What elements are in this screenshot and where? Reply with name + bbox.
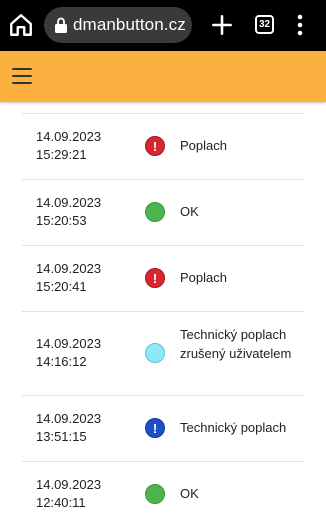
event-label: Technický poplach (180, 420, 287, 435)
event-time: 15:29:21 (36, 147, 87, 162)
more-menu-icon[interactable] (292, 12, 308, 38)
event-time: 12:40:11 (36, 495, 86, 510)
url-text: dmanbutton.cz (73, 15, 186, 34)
list-item[interactable]: 14.09.2023 15:29:21 ! Poplach (22, 113, 304, 179)
home-icon[interactable] (8, 12, 34, 38)
new-tab-icon[interactable] (209, 12, 235, 38)
ok-icon (145, 202, 165, 222)
list-item[interactable]: 14.09.2023 15:20:41 ! Poplach (22, 245, 304, 311)
event-label: OK (180, 204, 199, 219)
event-date: 14.09.2023 (36, 411, 102, 426)
event-timestamp: 14.09.2023 15:29:21 (36, 128, 101, 164)
event-date: 14.09.2023 (36, 129, 102, 144)
event-timestamp: 14.09.2023 15:20:53 (36, 194, 101, 230)
event-label: Technický poplach zrušený uživatelem (180, 327, 292, 361)
address-bar[interactable]: dmanbutton.cz (44, 7, 192, 43)
list-item[interactable]: 14.09.2023 14:16:12 Technický poplach zr… (22, 311, 304, 395)
event-date: 14.09.2023 (36, 195, 102, 210)
ok-icon (145, 484, 165, 504)
alarm-icon: ! (145, 136, 165, 156)
event-date: 14.09.2023 (36, 336, 102, 351)
event-timestamp: 14.09.2023 12:40:11 (36, 476, 101, 512)
technical-alarm-icon: ! (145, 418, 165, 438)
event-date: 14.09.2023 (36, 261, 102, 276)
event-date: 14.09.2023 (36, 477, 102, 492)
event-label: Poplach (180, 270, 227, 285)
lock-icon (55, 17, 67, 33)
event-list: 14.09.2023 15:29:21 ! Poplach 14.09.2023… (22, 113, 304, 520)
event-timestamp: 14.09.2023 15:20:41 (36, 260, 101, 296)
browser-toolbar: dmanbutton.cz 32 (0, 0, 326, 51)
list-item[interactable]: 14.09.2023 13:51:15 ! Technický poplach (22, 395, 304, 461)
alarm-icon: ! (145, 268, 165, 288)
event-timestamp: 14.09.2023 13:51:15 (36, 410, 101, 446)
tab-count: 32 (258, 19, 271, 30)
list-item[interactable]: 14.09.2023 12:40:11 OK (22, 461, 304, 520)
event-time: 14:16:12 (36, 354, 87, 369)
list-item[interactable]: 14.09.2023 15:20:53 OK (22, 179, 304, 245)
app-header (0, 51, 326, 102)
tab-switcher-button[interactable]: 32 (255, 15, 274, 34)
event-time: 15:20:53 (36, 213, 87, 228)
event-timestamp: 14.09.2023 14:16:12 (36, 335, 101, 371)
event-label: Poplach (180, 138, 227, 153)
event-time: 15:20:41 (36, 279, 87, 294)
event-time: 13:51:15 (36, 429, 87, 444)
cancelled-icon (145, 343, 165, 363)
event-label: OK (180, 486, 199, 501)
hamburger-menu-icon[interactable] (12, 68, 32, 84)
